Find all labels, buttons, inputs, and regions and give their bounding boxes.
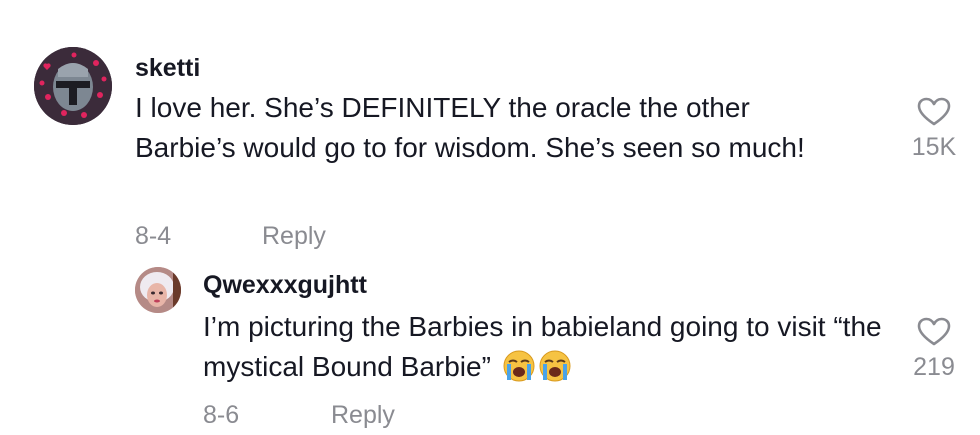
comment-date: 8-4 [135, 222, 172, 250]
avatar[interactable] [135, 267, 181, 313]
reply-button[interactable]: Reply [331, 401, 395, 430]
like-count: 15K [911, 133, 957, 161]
like-count: 219 [913, 353, 955, 381]
like-button[interactable]: 219 [902, 317, 966, 382]
loudly-crying-face-icon [503, 350, 535, 393]
doll-icon [135, 267, 181, 313]
avatar[interactable] [34, 47, 112, 125]
reply-date: 8-6 [203, 401, 240, 429]
comment-username[interactable]: sketti [135, 54, 200, 83]
comment-text: I love her. She’s DEFINITELY the oracle … [135, 92, 805, 163]
reply-item: Qwexxxgujhtt I’m picturing the Barbies i… [0, 255, 980, 435]
loudly-crying-face-icon [539, 350, 571, 393]
reply-text: I’m picturing the Barbies in babieland g… [203, 307, 883, 393]
comment-item: sketti I love her. She’s DEFINITELY the … [0, 0, 980, 255]
reply-button[interactable]: Reply [262, 222, 326, 251]
like-button[interactable]: 15K [902, 97, 966, 162]
heart-icon [917, 317, 951, 346]
heart-icon [917, 97, 951, 126]
reply-username[interactable]: Qwexxxgujhtt [203, 271, 367, 300]
helmet-icon [34, 47, 112, 125]
